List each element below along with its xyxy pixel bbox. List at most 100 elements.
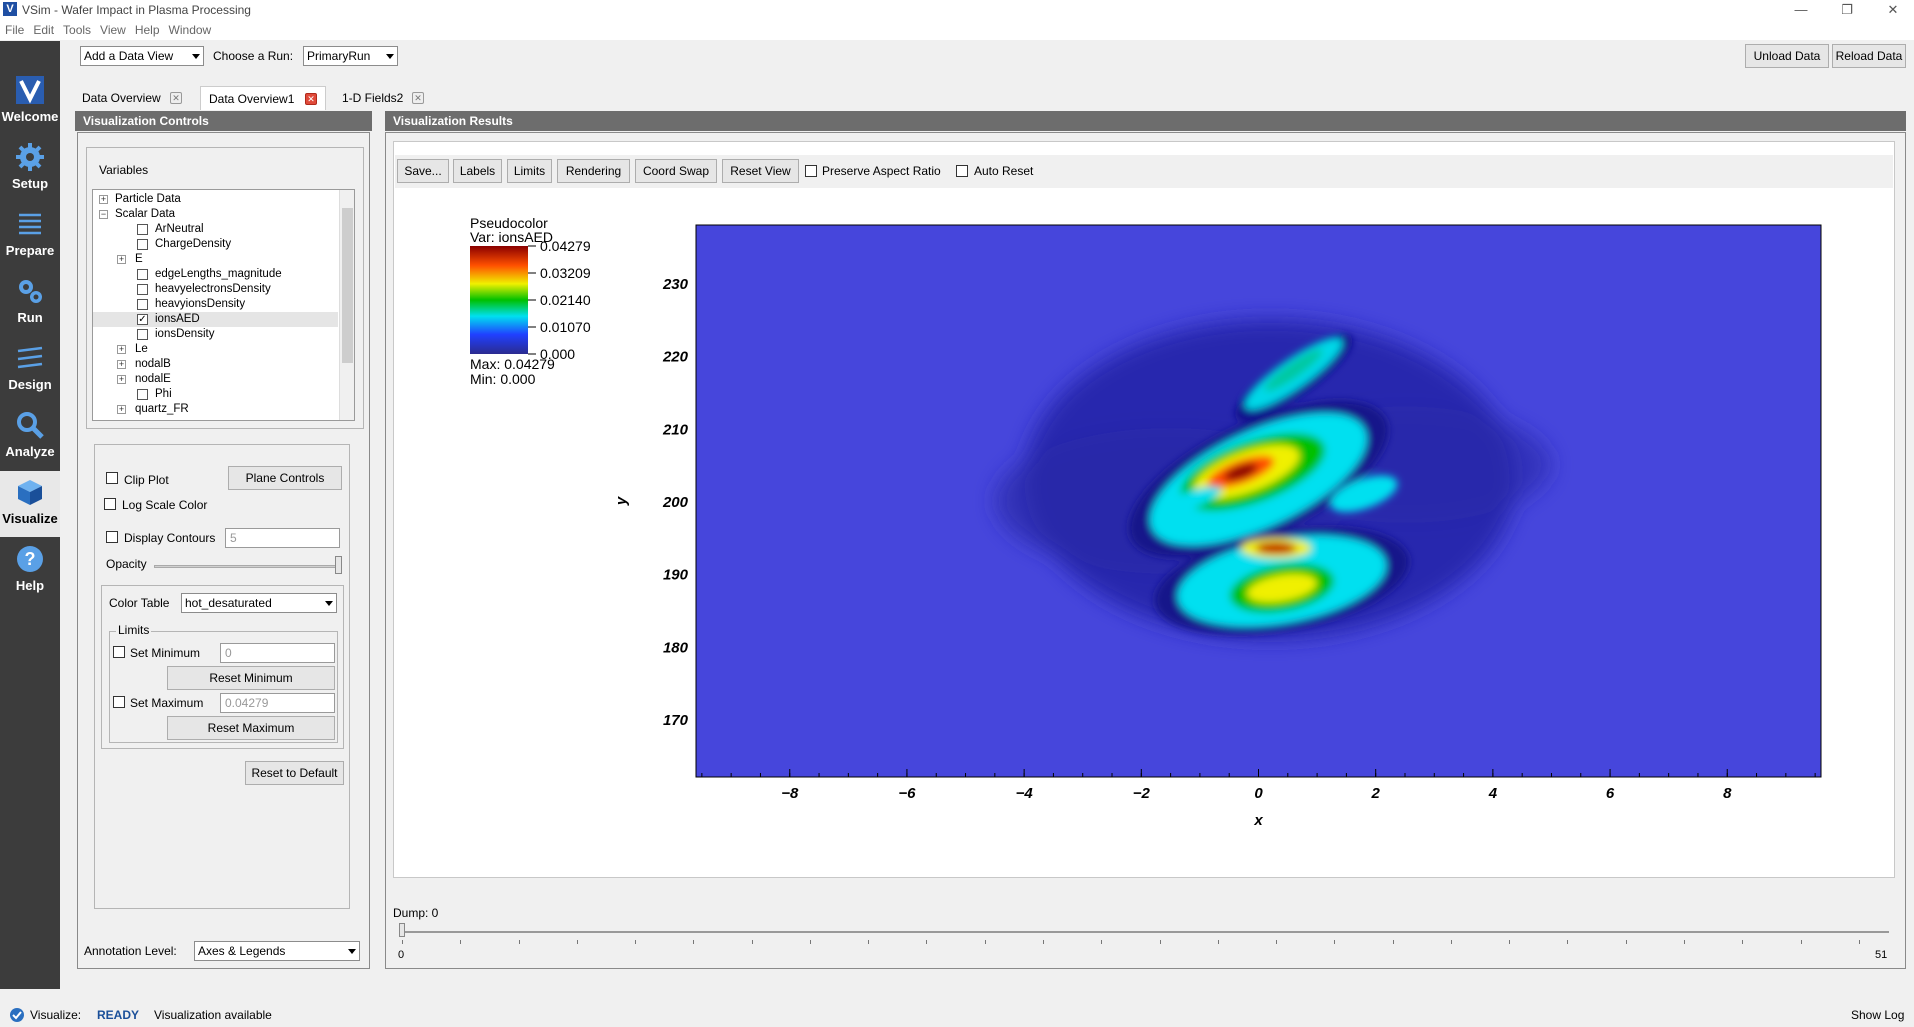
slider-tick xyxy=(809,940,811,944)
menu-tools[interactable]: Tools xyxy=(63,20,91,40)
nav-prepare[interactable]: Prepare xyxy=(0,203,60,269)
tree-item[interactable]: + nodalE xyxy=(93,372,338,387)
rendering-button[interactable]: Rendering xyxy=(557,159,630,183)
labels-button[interactable]: Labels xyxy=(453,159,502,183)
menu-file[interactable]: File xyxy=(5,20,24,40)
coord-swap-button[interactable]: Coord Swap xyxy=(635,159,717,183)
menu-view[interactable]: View xyxy=(100,20,126,40)
slider-tick xyxy=(1217,940,1219,944)
save-button[interactable]: Save... xyxy=(397,159,449,183)
reset-maximum-button[interactable]: Reset Maximum xyxy=(167,716,335,740)
expand-icon[interactable]: + xyxy=(117,375,126,384)
slider-tick xyxy=(1276,940,1278,944)
preserve-aspect-checkbox[interactable] xyxy=(805,165,817,177)
opacity-slider-track[interactable] xyxy=(154,565,342,568)
tree-item-checkbox[interactable] xyxy=(137,389,148,400)
restore-button[interactable]: ❐ xyxy=(1832,1,1862,19)
tree-item[interactable]: + Le xyxy=(93,342,338,357)
tree-item[interactable]: heavyionsDensity xyxy=(93,297,338,312)
log-scale-checkbox[interactable] xyxy=(104,498,116,510)
tree-item[interactable]: edgeLengths_magnitude xyxy=(93,267,338,282)
limits-button[interactable]: Limits xyxy=(507,159,552,183)
color-table-select[interactable]: hot_desaturated xyxy=(181,593,337,613)
set-minimum-checkbox[interactable] xyxy=(113,646,125,658)
run-select[interactable]: PrimaryRun xyxy=(303,46,398,66)
tree-item[interactable]: heavyelectronsDensity xyxy=(93,282,338,297)
minimize-button[interactable]: — xyxy=(1786,1,1816,19)
tree-item-checkbox[interactable] xyxy=(137,239,148,250)
expand-icon[interactable]: + xyxy=(117,255,126,264)
close-button[interactable]: ✕ xyxy=(1878,1,1908,19)
minimum-field[interactable]: 0 xyxy=(220,643,335,663)
add-data-view-select[interactable]: Add a Data View xyxy=(80,46,204,66)
slider-tick xyxy=(926,940,928,944)
tree-item[interactable]: + quartz_FR xyxy=(93,402,338,417)
clip-plot-checkbox[interactable] xyxy=(106,472,118,484)
pseudocolor-plot[interactable]: −8 −6 −4 −2 0 2 4 6 8230220210200190180170xyPseu… xyxy=(394,142,1894,877)
dump-slider-track[interactable] xyxy=(401,931,1889,933)
slider-tick xyxy=(984,940,986,944)
tree-item[interactable]: − Scalar Data xyxy=(93,207,338,222)
set-maximum-checkbox[interactable] xyxy=(113,696,125,708)
scrollbar-thumb[interactable] xyxy=(342,208,353,363)
opacity-slider-handle[interactable] xyxy=(335,556,342,574)
tree-item-checkbox[interactable] xyxy=(137,224,148,235)
tree-item-checkbox[interactable]: ✓ xyxy=(137,314,148,325)
contours-stepper[interactable]: 5 xyxy=(225,528,340,548)
nav-analyze[interactable]: Analyze xyxy=(0,404,60,470)
auto-reset-checkbox[interactable] xyxy=(956,165,968,177)
tree-item[interactable]: + Particle Data xyxy=(93,192,338,207)
display-contours-checkbox[interactable] xyxy=(106,531,118,543)
tree-item[interactable]: ✓ ionsAED xyxy=(93,312,338,327)
y-tick-label: 220 xyxy=(662,349,689,366)
slider-tick xyxy=(1334,940,1336,944)
tree-item-checkbox[interactable] xyxy=(137,284,148,295)
close-tab-icon[interactable]: ✕ xyxy=(305,93,317,105)
expand-icon[interactable]: + xyxy=(117,360,126,369)
tree-item-checkbox[interactable] xyxy=(137,299,148,310)
tab-1d-fields2[interactable]: 1-D Fields2 ✕ xyxy=(334,86,438,110)
plane-controls-button[interactable]: Plane Controls xyxy=(228,466,342,490)
expand-icon[interactable]: + xyxy=(117,405,126,414)
variables-tree[interactable]: + Particle Data − Scalar Data ArNeutral Charg… xyxy=(92,189,355,421)
nav-label: Setup xyxy=(11,176,49,191)
reset-view-button[interactable]: Reset View xyxy=(722,159,799,183)
tree-item[interactable]: ChargeDensity xyxy=(93,237,338,252)
plot-area[interactable]: −8 −6 −4 −2 0 2 4 6 8 230 220 210 200 190 180 170 x y Pseu… xyxy=(393,141,1895,878)
log-scale-label: Log Scale Color xyxy=(122,498,208,512)
close-tab-icon[interactable]: ✕ xyxy=(170,92,182,104)
show-log-button[interactable]: Show Log xyxy=(1851,1007,1904,1023)
expand-icon[interactable]: + xyxy=(99,195,108,204)
tree-item[interactable]: Phi xyxy=(93,387,338,402)
tree-item-checkbox[interactable] xyxy=(137,269,148,280)
nav-setup[interactable]: Setup xyxy=(0,136,60,202)
x-tick-label: −4 xyxy=(1016,785,1034,802)
maximum-field[interactable]: 0.04279 xyxy=(220,693,335,713)
menu-edit[interactable]: Edit xyxy=(33,20,54,40)
menu-window[interactable]: Window xyxy=(169,20,212,40)
tab-data-overview1[interactable]: Data Overview1 ✕ xyxy=(200,86,326,110)
expand-icon[interactable]: + xyxy=(117,345,126,354)
collapse-icon[interactable]: − xyxy=(99,210,108,219)
tab-data-overview[interactable]: Data Overview ✕ xyxy=(74,86,192,110)
tree-item[interactable]: ArNeutral xyxy=(93,222,338,237)
dump-slider-handle[interactable] xyxy=(399,923,405,937)
svg-text:?: ? xyxy=(25,549,36,569)
nav-visualize[interactable]: Visualize xyxy=(0,471,60,537)
tree-item-checkbox[interactable] xyxy=(137,329,148,340)
annotation-level-select[interactable]: Axes & Legends xyxy=(194,941,360,961)
tree-item[interactable]: + E xyxy=(93,252,338,267)
reset-to-default-button[interactable]: Reset to Default xyxy=(245,761,344,785)
nav-help[interactable]: ? Help xyxy=(0,538,60,604)
menu-help[interactable]: Help xyxy=(135,20,160,40)
reset-minimum-button[interactable]: Reset Minimum xyxy=(167,666,335,690)
close-tab-icon[interactable]: ✕ xyxy=(412,92,424,104)
nav-run[interactable]: Run xyxy=(0,270,60,336)
nav-design[interactable]: Design xyxy=(0,337,60,403)
unload-data-button[interactable]: Unload Data xyxy=(1745,44,1829,68)
tree-item[interactable]: ionsDensity xyxy=(93,327,338,342)
tree-scrollbar[interactable] xyxy=(339,190,354,420)
reload-data-button[interactable]: Reload Data xyxy=(1832,44,1906,68)
nav-welcome[interactable]: Welcome xyxy=(0,69,60,135)
tree-item[interactable]: + nodalB xyxy=(93,357,338,372)
